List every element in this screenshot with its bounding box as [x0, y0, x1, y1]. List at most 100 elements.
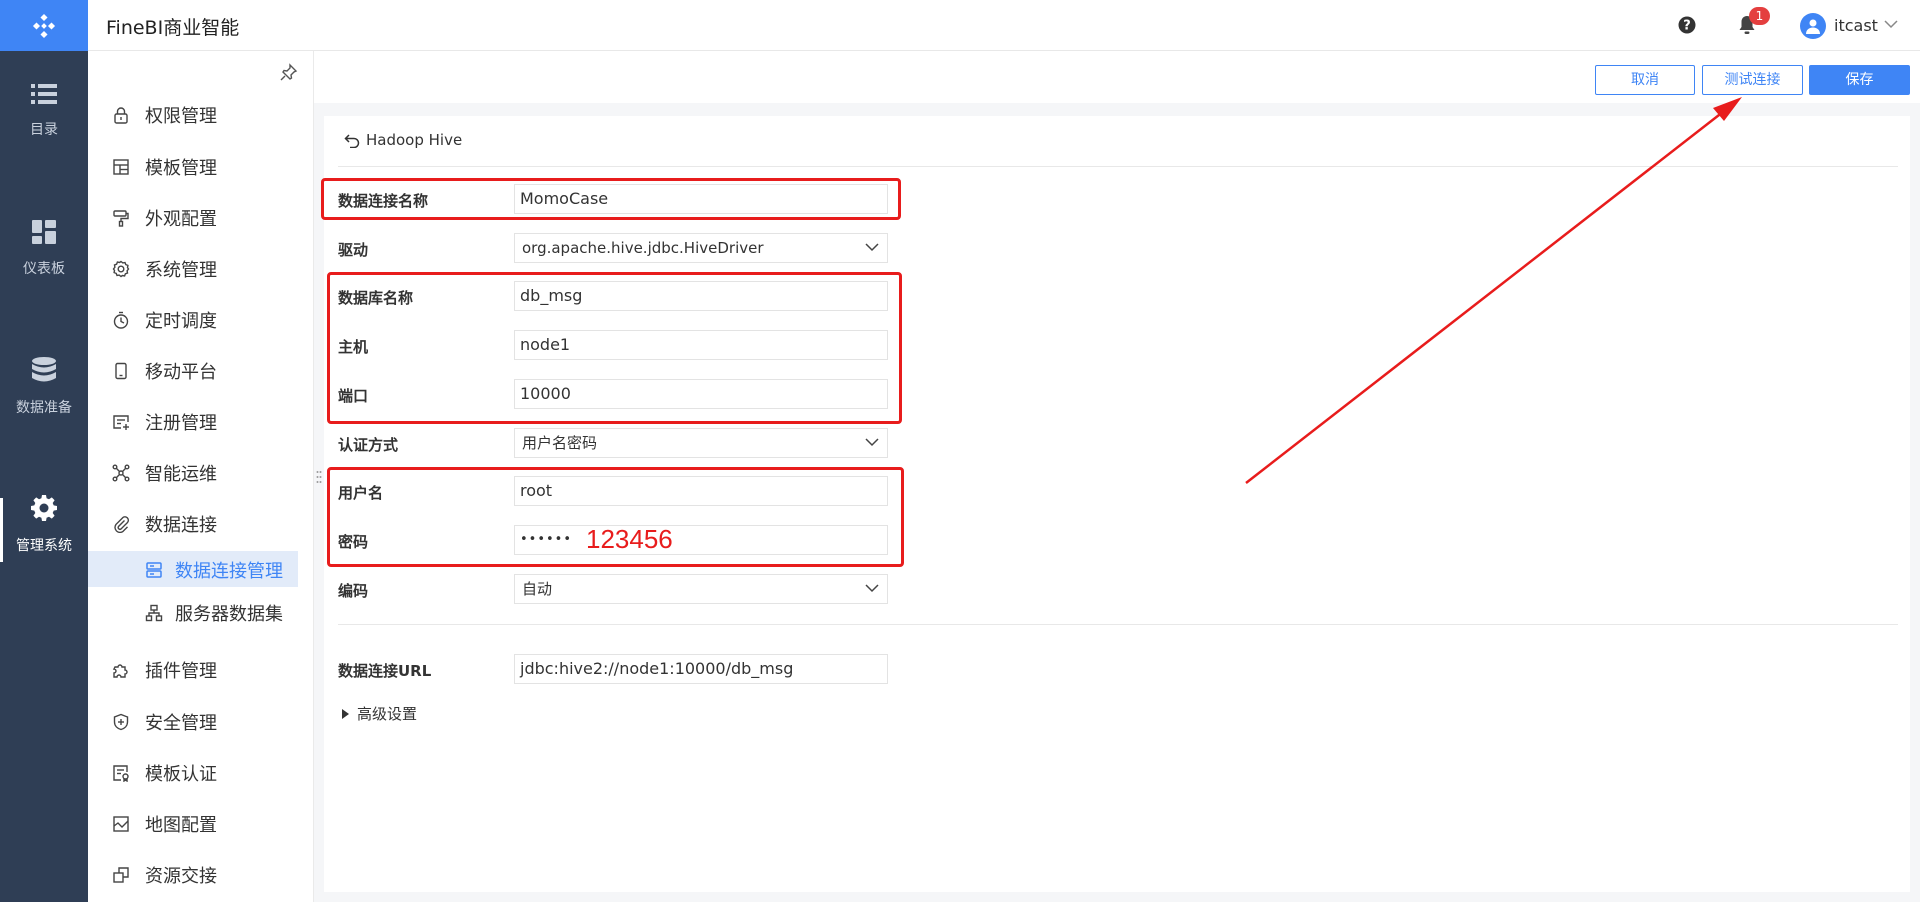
sidebar-item-label: 服务器数据集	[175, 604, 283, 625]
user-name[interactable]: itcast	[1834, 16, 1878, 35]
user-icon	[1806, 19, 1820, 34]
driver-label: 驱动	[338, 241, 369, 259]
pin-icon[interactable]	[280, 63, 298, 81]
driver-select[interactable]: org.apache.hive.jdbc.HiveDriver	[514, 233, 888, 263]
sidebar-item-mobile[interactable]: 移动平台	[88, 352, 314, 388]
admin-sidebar: 权限管理 模板管理 外观配置 系统管理 定时调度 移动平台 注册管理 智能运维 …	[88, 51, 314, 902]
chevron-down-icon[interactable]	[1884, 20, 1898, 29]
rail-item-dashboard[interactable]: 仪表板	[0, 204, 88, 294]
password-annotation: 123456	[586, 524, 673, 554]
svg-text:?: ?	[1683, 19, 1691, 34]
resize-handle[interactable]	[316, 470, 322, 484]
advanced-settings-label: 高级设置	[357, 705, 418, 723]
server-icon	[146, 562, 162, 578]
chevron-down-icon	[865, 584, 879, 593]
auth-value: 用户名密码	[522, 434, 598, 452]
chevron-down-icon	[865, 438, 879, 447]
sidebar-item-security[interactable]: 安全管理	[88, 703, 314, 739]
test-connection-button[interactable]: 测试连接	[1702, 65, 1803, 95]
app-title: FineBI商业智能	[106, 17, 240, 39]
sidebar-item-template-cert[interactable]: 模板认证	[88, 754, 314, 790]
sidebar-item-label: 定时调度	[145, 311, 217, 332]
mobile-icon	[115, 362, 127, 380]
rail-item-label: 仪表板	[23, 261, 65, 277]
url-input[interactable]: jdbc:hive2://node1:10000/db_msg	[514, 654, 888, 684]
sidebar-item-server-dataset[interactable]: 服务器数据集	[88, 594, 314, 630]
app-logo[interactable]	[0, 0, 88, 51]
sidebar-item-label: 注册管理	[145, 413, 217, 434]
lock-icon	[114, 107, 128, 124]
back-arrow-icon	[344, 134, 360, 149]
action-bar: 取消 测试连接 保存	[314, 51, 1920, 103]
template-icon	[113, 159, 129, 175]
certificate-icon	[113, 765, 129, 782]
driver-value: org.apache.hive.jdbc.HiveDriver	[522, 239, 764, 257]
sidebar-item-label: 数据连接管理	[175, 561, 283, 582]
cancel-button[interactable]: 取消	[1595, 65, 1695, 95]
rail-item-data-prep[interactable]: 数据准备	[0, 342, 88, 432]
list-icon	[31, 84, 57, 104]
sidebar-item-connection-manager[interactable]: 数据连接管理	[88, 551, 298, 587]
annotation-box-db-host-port	[327, 272, 902, 424]
top-header: FineBI商业智能 ? 1 itcast	[88, 0, 1920, 51]
app-rail: 目录 仪表板 数据准备 管理系统	[0, 0, 88, 902]
rail-item-label: 目录	[30, 122, 58, 138]
sidebar-item-scheduling[interactable]: 定时调度	[88, 301, 314, 337]
handover-icon	[113, 867, 129, 883]
map-icon	[113, 816, 129, 832]
chevron-down-icon	[865, 243, 879, 252]
notification-badge: 1	[1749, 7, 1770, 25]
sidebar-item-map[interactable]: 地图配置	[88, 805, 314, 841]
sidebar-item-label: 安全管理	[145, 713, 217, 734]
sidebar-item-system[interactable]: 系统管理	[88, 250, 314, 286]
sidebar-item-templates[interactable]: 模板管理	[88, 148, 314, 184]
url-label: 数据连接URL	[338, 662, 432, 680]
sidebar-item-label: 资源交接	[145, 866, 217, 887]
rail-item-admin[interactable]: 管理系统	[0, 480, 88, 570]
register-icon	[113, 415, 129, 430]
sidebar-item-plugins[interactable]: 插件管理	[88, 651, 314, 687]
sidebar-item-handover[interactable]: 资源交接	[88, 856, 314, 892]
sidebar-item-label: 模板认证	[145, 764, 217, 785]
advanced-settings-toggle[interactable]: 高级设置	[342, 703, 417, 724]
auth-select[interactable]: 用户名密码	[514, 428, 888, 458]
sidebar-item-label: 智能运维	[145, 464, 217, 485]
sidebar-item-label: 移动平台	[145, 362, 217, 383]
back-link[interactable]: Hadoop Hive	[344, 131, 462, 149]
auth-label: 认证方式	[338, 436, 399, 454]
sidebar-item-label: 插件管理	[145, 661, 217, 682]
sidebar-item-label: 系统管理	[145, 260, 217, 281]
save-button[interactable]: 保存	[1809, 65, 1910, 95]
encoding-label: 编码	[338, 582, 369, 600]
section-divider	[338, 624, 1898, 625]
encoding-value: 自动	[522, 580, 553, 598]
sidebar-item-label: 权限管理	[145, 106, 217, 127]
logo-icon	[32, 13, 56, 38]
sidebar-item-permissions[interactable]: 权限管理	[88, 96, 314, 132]
database-icon	[32, 357, 56, 382]
rail-item-catalog[interactable]: 目录	[0, 66, 88, 156]
connection-type-label: Hadoop Hive	[366, 131, 463, 149]
dataset-icon	[145, 604, 163, 622]
paint-roller-icon	[113, 210, 129, 227]
rail-item-label: 数据准备	[16, 400, 72, 416]
sidebar-item-appearance[interactable]: 外观配置	[88, 199, 314, 235]
timer-icon	[113, 311, 129, 329]
shield-icon	[113, 713, 129, 731]
sidebar-item-label: 外观配置	[145, 209, 217, 230]
annotation-box-connection-name	[321, 178, 901, 220]
encoding-select[interactable]: 自动	[514, 574, 888, 604]
sidebar-item-label: 数据连接	[145, 515, 217, 536]
sidebar-item-data-connection[interactable]: 数据连接	[88, 505, 314, 541]
rail-item-label: 管理系统	[16, 538, 72, 554]
settings-icon	[112, 260, 130, 278]
gear-icon	[31, 495, 57, 521]
sidebar-item-label: 地图配置	[145, 815, 217, 836]
help-icon[interactable]: ?	[1678, 16, 1696, 34]
sidebar-item-registration[interactable]: 注册管理	[88, 403, 314, 439]
paperclip-icon	[114, 516, 130, 533]
avatar[interactable]	[1800, 13, 1826, 39]
sidebar-item-ops[interactable]: 智能运维	[88, 454, 314, 490]
header-divider	[338, 166, 1898, 167]
caret-right-icon	[342, 709, 349, 719]
